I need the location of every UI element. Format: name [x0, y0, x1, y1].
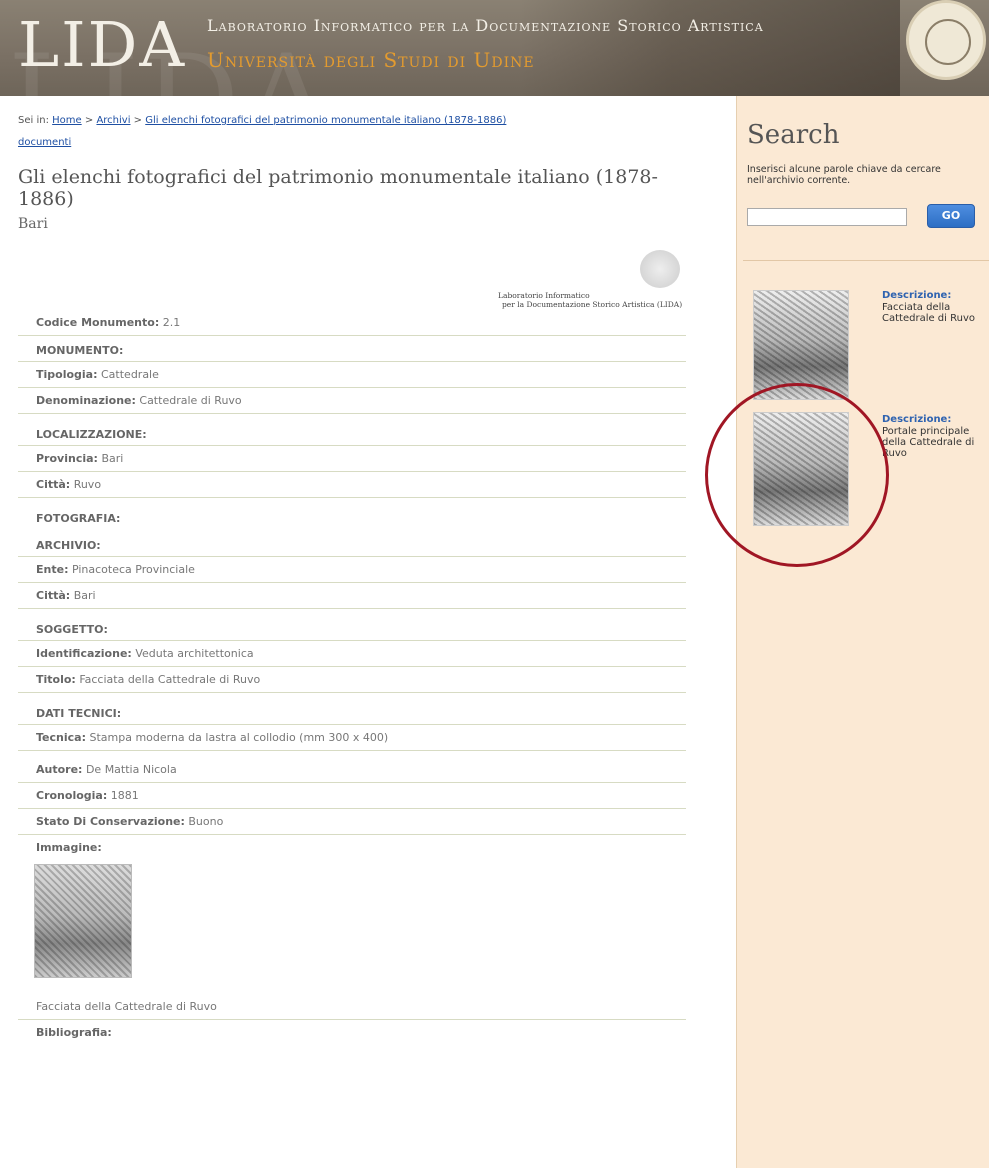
sidebar-separator	[743, 260, 989, 261]
field-bibliografia: Bibliografia:	[36, 1026, 112, 1039]
field-label: Città:	[36, 589, 71, 602]
field-titolo: Titolo: Facciata della Cattedrale di Ruv…	[18, 667, 686, 693]
field-value: Pinacoteca Provinciale	[71, 563, 195, 576]
field-label: Ente:	[36, 563, 69, 576]
header-lab-name: Laboratorio Informatico per la Documenta…	[207, 16, 764, 35]
image-caption: Facciata della Cattedrale di Ruvo	[18, 988, 686, 1020]
field-label: Provincia:	[36, 452, 98, 465]
site-header: LIDA LIDA Laboratorio Informatico per la…	[0, 0, 989, 96]
go-button[interactable]: GO	[927, 204, 975, 228]
field-value: Ruvo	[73, 478, 102, 491]
main-content: Sei in: Home > Archivi > Gli elenchi fot…	[18, 110, 686, 1043]
field-value: Cattedrale	[101, 368, 159, 381]
field-value: Cattedrale di Ruvo	[139, 394, 242, 407]
breadcrumb-documenti[interactable]: documenti	[18, 137, 71, 148]
section-fotografia: FOTOGRAFIA:	[36, 512, 121, 525]
field-label: Tipologia:	[36, 368, 98, 381]
field-value: Facciata della Cattedrale di Ruvo	[79, 673, 261, 686]
field-value: Veduta architettonica	[135, 647, 254, 660]
field-provincia: Provincia: Bari	[18, 445, 686, 472]
lida-stamp-text: Laboratorio Informatico per la Documenta…	[498, 291, 682, 309]
breadcrumb-sep: >	[133, 115, 143, 126]
search-input[interactable]	[747, 208, 907, 226]
result-label: Descrizione:	[882, 290, 952, 301]
field-value: Bari	[101, 452, 124, 465]
field-citta: Città: Ruvo	[18, 472, 686, 498]
breadcrumb: Sei in: Home > Archivi > Gli elenchi fot…	[18, 110, 686, 154]
university-seal-icon	[906, 0, 986, 80]
field-tipologia: Tipologia: Cattedrale	[18, 361, 686, 388]
field-label: Denominazione:	[36, 394, 136, 407]
page-title: Gli elenchi fotografici del patrimonio m…	[18, 166, 658, 210]
field-label: Città:	[36, 478, 71, 491]
field-label: Titolo:	[36, 673, 76, 686]
field-value: 2.1	[162, 316, 181, 329]
field-citta-archivio: Città: Bari	[18, 583, 686, 609]
field-identificazione: Identificazione: Veduta architettonica	[18, 640, 686, 667]
section-monumento: MONUMENTO:	[36, 344, 124, 357]
section-archivio: ARCHIVIO:	[36, 539, 101, 552]
lida-line2: per la Documentazione Storico Artistica …	[502, 300, 683, 309]
search-title: Search	[747, 120, 840, 150]
page-subtitle: Bari	[18, 216, 48, 232]
header-university-name: Università degli Studi di Udine	[207, 48, 535, 72]
field-codice: Codice Monumento: 2.1	[18, 310, 686, 336]
sidebar: Search Inserisci alcune parole chiave da…	[736, 96, 989, 1168]
field-label: Identificazione:	[36, 647, 132, 660]
section-dati-tecnici: DATI TECNICI:	[36, 707, 122, 720]
field-cronologia: Cronologia: 1881	[18, 783, 686, 809]
result-description[interactable]: Facciata della Cattedrale di Ruvo	[882, 302, 989, 324]
breadcrumb-home[interactable]: Home	[52, 115, 82, 126]
section-localizzazione: LOCALIZZAZIONE:	[36, 428, 147, 441]
field-value: Stampa moderna da lastra al collodio (mm…	[89, 731, 389, 744]
breadcrumb-collection[interactable]: Gli elenchi fotografici del patrimonio m…	[145, 115, 506, 126]
result-label: Descrizione:	[882, 414, 952, 425]
field-value: 1881	[110, 789, 139, 802]
record-image-wrap	[18, 858, 686, 988]
field-label: Codice Monumento:	[36, 316, 160, 329]
field-value: Bari	[73, 589, 96, 602]
field-tecnica: Tecnica: Stampa moderna da lastra al col…	[18, 724, 686, 751]
header-photo	[520, 0, 900, 96]
field-label: Stato Di Conservazione:	[36, 815, 185, 828]
field-label: Cronologia:	[36, 789, 108, 802]
field-label: Autore:	[36, 763, 83, 776]
field-ente: Ente: Pinacoteca Provinciale	[18, 556, 686, 583]
lida-stamp: Laboratorio Informatico per la Documenta…	[18, 250, 686, 310]
breadcrumb-archivi[interactable]: Archivi	[96, 115, 130, 126]
breadcrumb-prefix: Sei in:	[18, 115, 49, 126]
breadcrumb-sep: >	[84, 115, 94, 126]
result-description[interactable]: Portale principale della Cattedrale di R…	[882, 426, 989, 459]
field-denominazione: Denominazione: Cattedrale di Ruvo	[18, 388, 686, 414]
section-soggetto: SOGGETTO:	[36, 623, 108, 636]
lida-seal-icon	[640, 250, 680, 288]
field-value: Buono	[188, 815, 224, 828]
field-autore: Autore: De Mattia Nicola	[18, 751, 686, 783]
field-immagine: Immagine:	[36, 841, 102, 854]
site-logo[interactable]: LIDA	[18, 14, 186, 76]
field-value: De Mattia Nicola	[85, 763, 177, 776]
record-image[interactable]	[34, 864, 132, 978]
search-description: Inserisci alcune parole chiave da cercar…	[747, 164, 941, 186]
field-label: Tecnica:	[36, 731, 86, 744]
lida-line1: Laboratorio Informatico	[498, 291, 590, 300]
highlight-circle	[705, 383, 889, 567]
field-stato: Stato Di Conservazione: Buono	[18, 809, 686, 835]
